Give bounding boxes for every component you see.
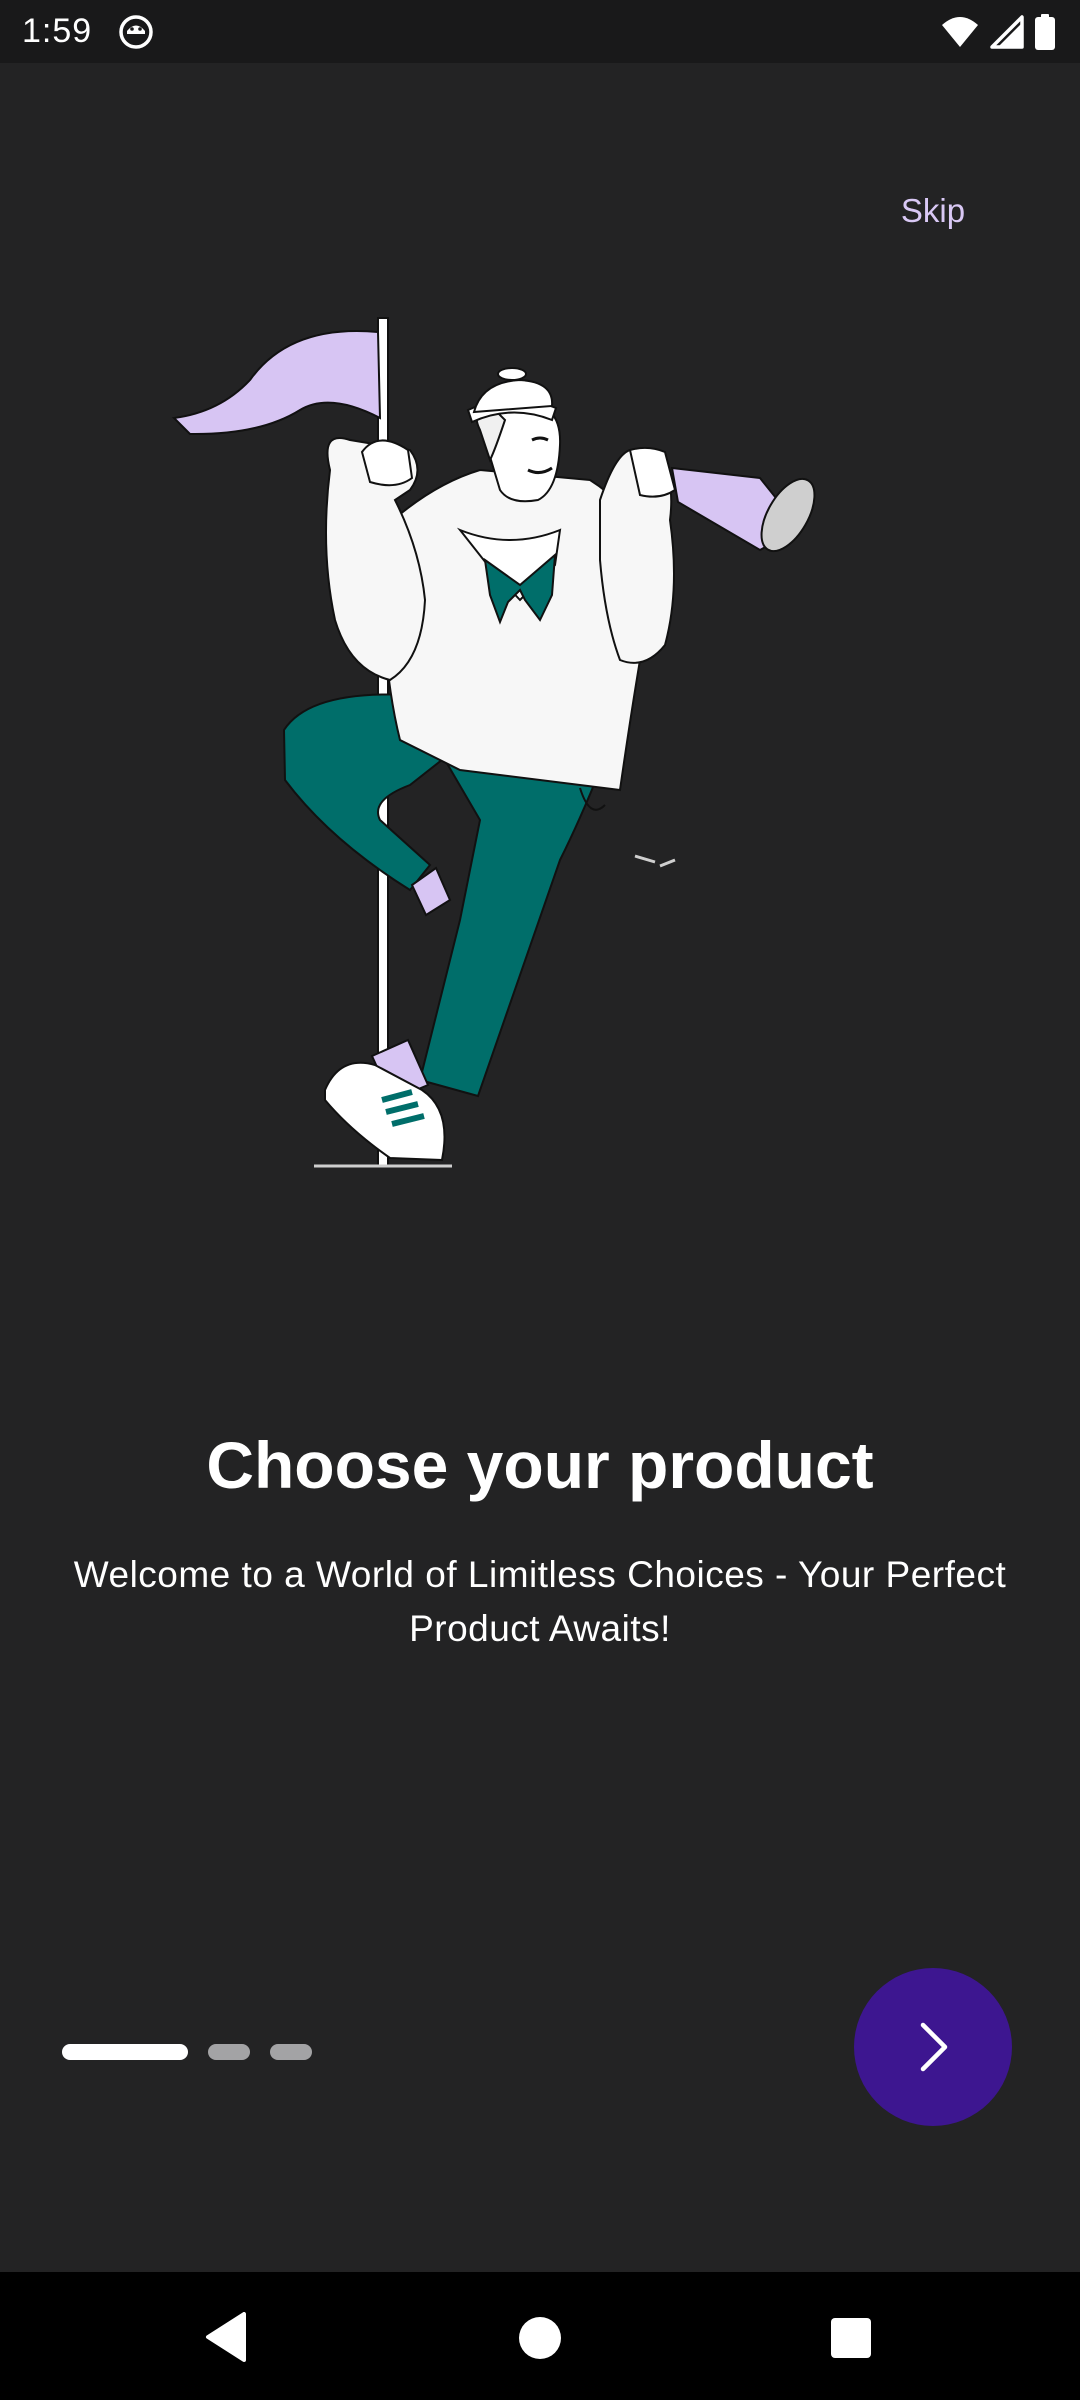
page-indicator bbox=[62, 2043, 312, 2061]
chevron-right-icon bbox=[920, 2022, 948, 2072]
indicator-dot-3 bbox=[270, 2044, 312, 2060]
battery-icon bbox=[1035, 14, 1055, 50]
status-icons bbox=[940, 12, 1056, 52]
sailor-illustration bbox=[171, 317, 816, 1168]
status-time: 1:59 bbox=[22, 12, 93, 50]
page-subtitle: Welcome to a World of Limitless Choices … bbox=[73, 1554, 1007, 1649]
recents-icon[interactable] bbox=[831, 2318, 871, 2358]
app-notification-icon bbox=[119, 15, 153, 49]
status-bar: 1:59 bbox=[0, 0, 1080, 63]
indicator-dot-2 bbox=[208, 2044, 250, 2060]
next-button[interactable] bbox=[854, 1968, 1012, 2126]
wifi-icon bbox=[942, 17, 978, 47]
home-icon[interactable] bbox=[518, 2316, 562, 2360]
skip-button[interactable]: Skip bbox=[880, 186, 986, 236]
indicator-dot-1 bbox=[62, 2044, 188, 2060]
back-icon[interactable] bbox=[204, 2312, 248, 2362]
navigation-bar bbox=[0, 2272, 1080, 2400]
page-title: Choose your product bbox=[206, 1428, 874, 1502]
onboarding-screen: 1:59 Skip Choose your product Welcome to… bbox=[0, 0, 1080, 2400]
signal-icon bbox=[990, 15, 1024, 49]
